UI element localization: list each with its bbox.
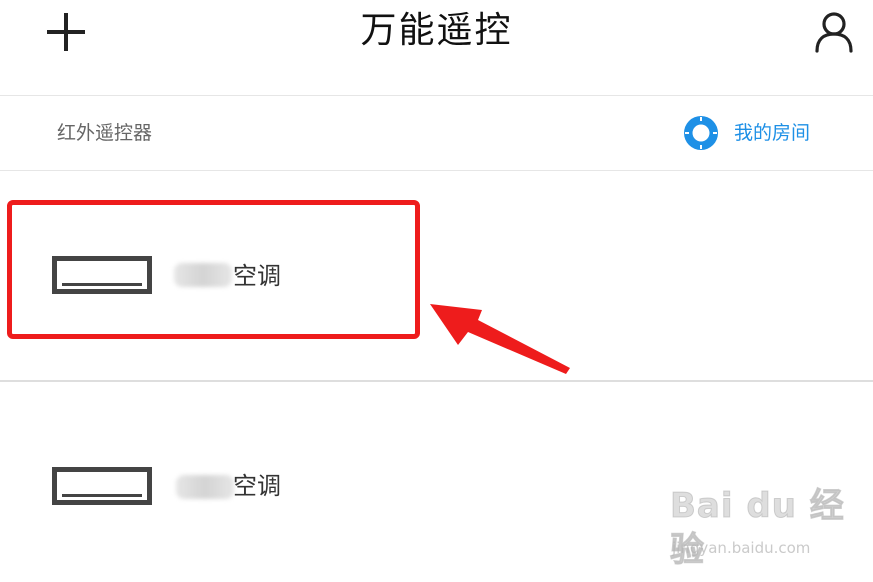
watermark-logo: Bai du 经验: [670, 486, 845, 571]
device-name: 空调: [233, 472, 281, 500]
air-conditioner-icon: [52, 467, 152, 505]
page-title: 万能遥控: [360, 10, 513, 51]
my-room-link[interactable]: 我的房间: [683, 113, 810, 153]
blurred-brand-label: [176, 475, 234, 499]
user-icon: [815, 12, 853, 53]
user-button[interactable]: [812, 10, 856, 54]
red-arrow-icon: [420, 290, 580, 380]
remote-section-header: 红外遥控器 我的房间: [0, 96, 873, 171]
watermark-url: jingyan.baidu.com: [672, 539, 811, 557]
my-room-label: 我的房间: [734, 122, 811, 144]
watermark: Bai du 经验 jingyan.baidu.com: [660, 484, 860, 571]
app-header: 万能遥控: [0, 0, 873, 96]
room-target-icon: [683, 115, 719, 151]
highlight-annotation-box: [7, 200, 420, 339]
section-label: 红外遥控器: [57, 122, 153, 144]
